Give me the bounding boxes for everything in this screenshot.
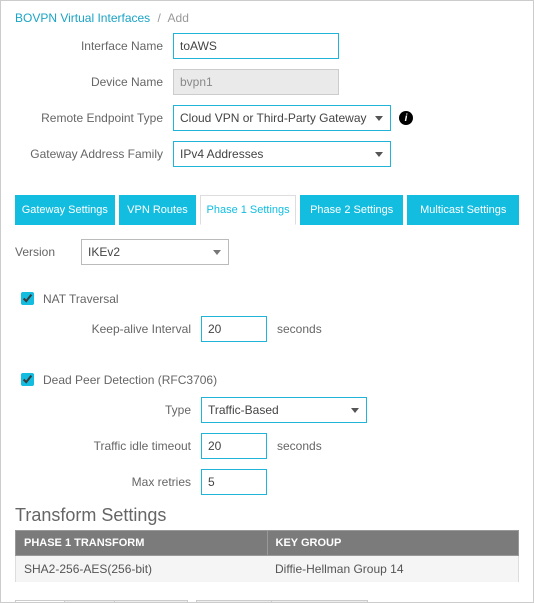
cell-keygroup: Diffie-Hellman Group 14: [267, 556, 519, 583]
label-version: Version: [15, 245, 71, 259]
tab-gateway-settings[interactable]: Gateway Settings: [15, 195, 115, 225]
cell-transform: SHA2-256-AES(256-bit): [16, 556, 268, 583]
label-type: Type: [15, 403, 201, 417]
breadcrumb-current: Add: [168, 11, 189, 25]
label-dpd: Dead Peer Detection (RFC3706): [43, 373, 217, 387]
input-keepalive[interactable]: [201, 316, 267, 342]
label-nat-traversal: NAT Traversal: [43, 292, 119, 306]
select-gateway-family[interactable]: IPv4 Addresses: [173, 141, 391, 167]
heading-transform-settings: Transform Settings: [15, 505, 519, 526]
breadcrumb-sep: /: [158, 11, 161, 25]
row-interface-name: Interface Name: [15, 33, 519, 59]
page-root: BOVPN Virtual Interfaces / Add Interface…: [0, 0, 534, 603]
unit-seconds-2: seconds: [277, 439, 322, 453]
row-idle-timeout: Traffic idle timeout seconds: [15, 433, 519, 459]
select-version[interactable]: IKEv2: [81, 239, 229, 265]
table-row[interactable]: SHA2-256-AES(256-bit) Diffie-Hellman Gro…: [16, 556, 519, 583]
info-icon[interactable]: i: [399, 111, 413, 125]
row-keepalive: Keep-alive Interval seconds: [15, 316, 519, 342]
label-interface-name: Interface Name: [15, 39, 173, 53]
row-gateway-family: Gateway Address Family IPv4 Addresses: [15, 141, 519, 167]
table-transform: PHASE 1 TRANSFORM KEY GROUP SHA2-256-AES…: [15, 530, 519, 582]
unit-seconds-1: seconds: [277, 322, 322, 336]
tab-vpn-routes[interactable]: VPN Routes: [119, 195, 197, 225]
label-remote-endpoint: Remote Endpoint Type: [15, 111, 173, 125]
select-type[interactable]: Traffic-Based: [201, 397, 367, 423]
row-nat-traversal: NAT Traversal: [17, 289, 519, 308]
tab-multicast-settings[interactable]: Multicast Settings: [407, 195, 519, 225]
label-keepalive: Keep-alive Interval: [15, 322, 201, 336]
breadcrumb: BOVPN Virtual Interfaces / Add: [15, 11, 519, 25]
breadcrumb-link[interactable]: BOVPN Virtual Interfaces: [15, 11, 150, 25]
col-key-group: KEY GROUP: [267, 531, 519, 556]
checkbox-nat-traversal[interactable]: [21, 292, 34, 305]
col-phase1-transform: PHASE 1 TRANSFORM: [16, 531, 268, 556]
select-remote-endpoint[interactable]: Cloud VPN or Third-Party Gateway: [173, 105, 391, 131]
checkbox-dpd[interactable]: [21, 373, 34, 386]
label-retries: Max retries: [15, 475, 201, 489]
tab-phase2-settings[interactable]: Phase 2 Settings: [300, 195, 404, 225]
label-gateway-family: Gateway Address Family: [15, 147, 173, 161]
tab-phase1-settings[interactable]: Phase 1 Settings: [200, 195, 296, 225]
input-device-name: [173, 69, 339, 95]
row-version: Version IKEv2: [15, 239, 519, 265]
row-device-name: Device Name: [15, 69, 519, 95]
label-idle: Traffic idle timeout: [15, 439, 201, 453]
row-dpd: Dead Peer Detection (RFC3706): [17, 370, 519, 389]
input-retries[interactable]: [201, 469, 267, 495]
input-interface-name[interactable]: [173, 33, 339, 59]
tabs: Gateway Settings VPN Routes Phase 1 Sett…: [15, 195, 519, 225]
row-max-retries: Max retries: [15, 469, 519, 495]
input-idle[interactable]: [201, 433, 267, 459]
row-type: Type Traffic-Based: [15, 397, 519, 423]
label-device-name: Device Name: [15, 75, 173, 89]
row-remote-endpoint: Remote Endpoint Type Cloud VPN or Third-…: [15, 105, 519, 131]
